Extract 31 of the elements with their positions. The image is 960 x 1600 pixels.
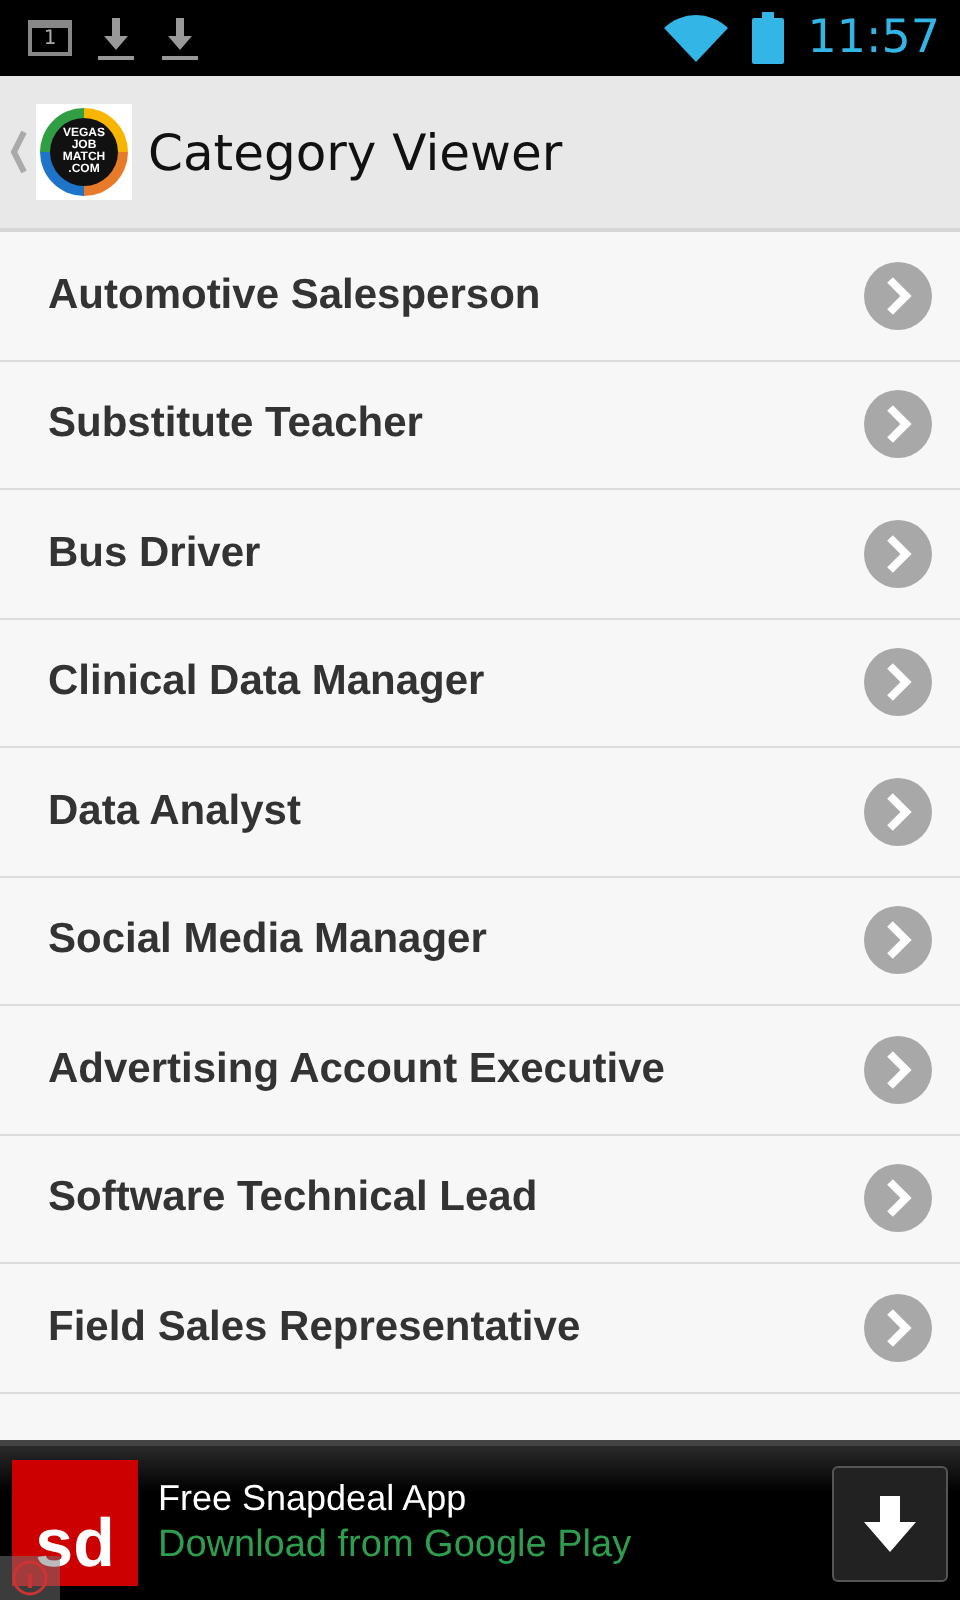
- category-item[interactable]: Advertising Account Executive: [0, 1006, 960, 1135]
- clock-time: 11:57: [807, 12, 940, 64]
- wifi-icon: [663, 14, 728, 62]
- chevron-icon: [864, 261, 932, 330]
- ad-subtitle: Download from Google Play: [158, 1524, 634, 1568]
- screen-title: Category Viewer: [148, 123, 563, 181]
- category-item[interactable]: Bus Driver: [0, 490, 960, 619]
- chevron-icon: [864, 519, 932, 588]
- category-item[interactable]: Data Analyst: [0, 748, 960, 877]
- chevron-icon: [864, 906, 932, 975]
- download-icon: [160, 14, 200, 62]
- chevron-icon: [864, 1293, 932, 1362]
- download-icon: [96, 14, 136, 62]
- ad-title: Free Snapdeal App: [158, 1478, 469, 1520]
- chevron-icon: [864, 648, 932, 717]
- battery-icon: [751, 12, 784, 64]
- category-item[interactable]: Social Media Manager: [0, 877, 960, 1006]
- category-item[interactable]: Software Technical Lead: [0, 1135, 960, 1264]
- download-arrow-icon: [864, 1495, 916, 1551]
- category-item[interactable]: Clinical Data Manager: [0, 619, 960, 748]
- ad-banner[interactable]: sd Free Snapdeal App Download from Google Play: [0, 1440, 960, 1600]
- category-item[interactable]: Automotive Salesperson: [0, 232, 960, 361]
- chevron-icon: [864, 777, 932, 846]
- calendar-icon: 1: [28, 20, 72, 56]
- category-item[interactable]: Substitute Teacher: [0, 361, 960, 490]
- snapdeal-logo: sd: [12, 1460, 138, 1586]
- category-item[interactable]: Field Sales Representative: [0, 1264, 960, 1393]
- download-button[interactable]: [832, 1465, 948, 1581]
- chevron-icon: [864, 1164, 932, 1233]
- chevron-icon: [864, 390, 932, 459]
- chevron-icon: [864, 1035, 932, 1104]
